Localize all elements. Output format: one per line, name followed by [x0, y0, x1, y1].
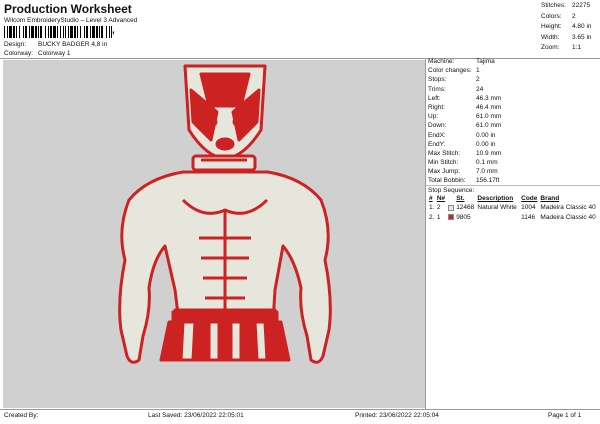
- barcode-bar: [35, 26, 37, 38]
- barcode-bar: [90, 26, 91, 38]
- barcode-bar: [45, 26, 46, 38]
- stat-zoom: Zoom: 1:1: [541, 44, 582, 51]
- info-row-machine: Machine: Tajima: [428, 58, 495, 65]
- design-preview: [3, 60, 425, 408]
- barcode-bar: [101, 26, 103, 38]
- barcode-bar: [40, 26, 42, 38]
- stop-sequence-table: # N# St. Description Code Brand 1. 2 124…: [428, 194, 600, 222]
- barcode-bar: [9, 26, 12, 38]
- barcode-bar: [99, 26, 100, 38]
- barcode-bar: [31, 26, 34, 38]
- info-row-trims: Trims: 24: [428, 85, 484, 93]
- barcode-bar: [68, 26, 69, 38]
- info-row-down: Down: 61.0 mm: [428, 122, 502, 130]
- barcode-bar: [96, 26, 98, 38]
- barcode-bar: [60, 26, 61, 38]
- table-row: 2. 1 9805 1146 Madeira Classic 40: [429, 213, 596, 221]
- col-stitches: St.: [456, 195, 465, 202]
- color-swatch: [447, 204, 454, 211]
- info-row-max-jump: Max Jump: 7.0 mm: [428, 168, 498, 176]
- stat-width: Width: 3.65 in: [541, 33, 592, 41]
- design-value: BUCKY BADGER 4,8 in: [38, 41, 108, 48]
- colorway-label: Colorway:: [4, 50, 33, 57]
- barcode-bar: [74, 26, 76, 38]
- barcode-bar: [63, 26, 64, 38]
- machine-info: Machine: Tajima Color changes: 1 Stops: 2 T…: [428, 58, 598, 187]
- page-title: Production Worksheet: [4, 2, 132, 16]
- barcode-bar: [25, 26, 27, 38]
- info-row-up: Up: 61.0 mm: [428, 113, 502, 121]
- barcode-bar: [19, 26, 20, 38]
- barcode: [4, 26, 112, 38]
- info-row-left: Left: 46.3 mm: [428, 94, 502, 102]
- barcode-bar: [48, 26, 49, 38]
- info-row-endy: EndY: 0.00 in: [428, 140, 496, 148]
- col-description: Description: [477, 195, 514, 202]
- barcode-suffix: ,: [112, 25, 115, 36]
- software-subtitle: Wilcom EmbroideryStudio – Level 3 Advanc…: [4, 17, 138, 24]
- barcode-bar: [84, 26, 85, 38]
- barcode-bar: [23, 26, 24, 38]
- stop-sequence-title: Stop Sequence:: [426, 185, 600, 194]
- stat-stitches: Stitches: 22275: [541, 2, 591, 9]
- color-swatch: [447, 214, 454, 221]
- col-swatch: [447, 194, 455, 203]
- barcode-bar: [86, 26, 88, 38]
- info-row-stops: Stops: 2: [428, 76, 480, 84]
- created-by: Created By:: [4, 412, 39, 419]
- col-index: #: [429, 195, 433, 202]
- barcode-bar: [57, 26, 58, 38]
- stats-panel: Stitches: 22275 Colors: 2 Height: 4.80 in W…: [541, 2, 598, 55]
- barcode-bar: [106, 26, 107, 38]
- info-row-min-stitch: Min Stitch: 0.1 mm: [428, 159, 498, 167]
- col-needle: N#: [436, 195, 446, 202]
- col-brand: Brand: [540, 195, 560, 202]
- barcode-bar: [53, 26, 56, 38]
- stat-height: Height: 4.80 in: [541, 23, 592, 30]
- barcode-bar: [38, 26, 39, 38]
- barcode-bar: [65, 26, 66, 38]
- barcode-bar: [4, 26, 5, 38]
- barcode-bar: [7, 26, 8, 38]
- col-code: Code: [521, 195, 538, 202]
- printed-date: Printed: 23/06/2022 22:05:04: [355, 412, 439, 419]
- barcode-bar: [77, 26, 78, 38]
- info-row-right: Right: 46.4 mm: [428, 103, 502, 111]
- barcode-bar: [80, 26, 81, 38]
- barcode-bar: [13, 26, 15, 38]
- info-row-color-changes: Color changes: 1: [428, 67, 480, 75]
- bucky-badger-embroidery-image: [118, 64, 332, 364]
- info-row-max-stitch: Max Stitch: 10.9 mm: [428, 149, 502, 157]
- barcode-bar: [92, 26, 95, 38]
- barcode-bar: [109, 26, 110, 38]
- barcode-bar: [29, 26, 30, 38]
- info-row-endx: EndX: 0.00 in: [428, 131, 496, 139]
- design-label: Design:: [4, 41, 27, 48]
- stat-colors: Colors: 2: [541, 12, 576, 20]
- barcode-bar: [70, 26, 73, 38]
- barcode-bar: [16, 26, 17, 38]
- barcode-bar: [50, 26, 52, 38]
- table-header-row: # N# St. Description Code Brand: [428, 194, 600, 203]
- table-row: 1. 2 12468 Natural White 1004 Madeira Cl…: [429, 204, 596, 212]
- colorway-value: Colorway 1: [38, 50, 71, 57]
- panel-divider: [425, 59, 426, 409]
- footer-divider: [0, 409, 600, 410]
- page-number: Page 1 of 1: [548, 412, 582, 419]
- last-saved: Last Saved: 23/06/2022 22:05:01: [148, 412, 244, 419]
